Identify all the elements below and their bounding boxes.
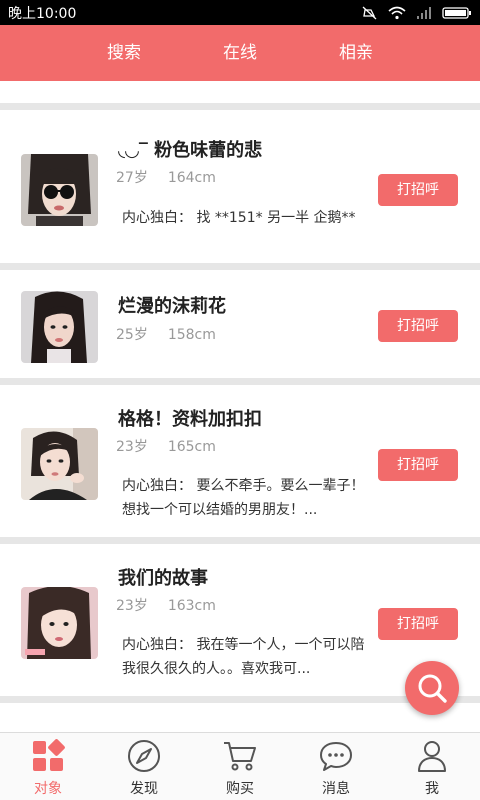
greet-button[interactable]: 打招呼 (378, 449, 458, 481)
avatar[interactable] (21, 291, 98, 363)
wifi-icon (388, 6, 406, 19)
status-icons (362, 6, 472, 20)
profile-height: 164cm (167, 170, 216, 186)
profile-card[interactable]: 格格！资料加扣扣 23岁 165cm 打招呼 内心独白： 要么不牵手。要么一辈子！… (0, 385, 480, 537)
chat-bubble-icon (318, 738, 354, 774)
status-bar: 晚上10:00 (0, 0, 480, 25)
nav-label: 发现 (130, 781, 158, 797)
signal-icon (417, 6, 431, 19)
profile-bio: 内心独白： 找 **151* 另一半 企鹅** (122, 210, 356, 226)
cart-icon (222, 738, 258, 774)
profile-name: 烂漫的沫莉花 (118, 296, 226, 317)
profile-age: 25岁 (116, 327, 148, 343)
status-time: 晚上10:00 (8, 5, 77, 22)
compass-icon (126, 738, 162, 774)
greet-button[interactable]: 打招呼 (378, 174, 458, 206)
top-tab-bar: 搜索 在线 相亲 (0, 25, 480, 81)
nav-label: 购买 (226, 781, 254, 797)
profile-name: 格格！资料加扣扣 (118, 409, 262, 430)
tab-matchmaking[interactable]: 相亲 (316, 25, 396, 81)
nav-item-objects[interactable]: 对象 (0, 733, 96, 800)
avatar[interactable] (21, 428, 98, 500)
profile-age: 27岁 (116, 170, 148, 186)
tab-online[interactable]: 在线 (200, 25, 280, 81)
profile-height: 158cm (167, 327, 216, 343)
avatar[interactable] (21, 154, 98, 226)
nav-label: 消息 (322, 781, 350, 797)
profile-name: 我们的故事 (118, 568, 208, 589)
tab-search[interactable]: 搜索 (84, 25, 164, 81)
nav-item-discover[interactable]: 发现 (96, 733, 192, 800)
profile-height: 163cm (167, 598, 216, 614)
nav-label: 我 (425, 781, 439, 797)
app-screen: 晚上10:00 搜索 在线 相亲 ◟◡‾ 粉色味蕾的悲 27岁 164cm 打招… (0, 0, 480, 800)
profile-age: 23岁 (116, 598, 148, 614)
profile-height: 165cm (167, 439, 216, 455)
profile-card[interactable]: ◟◡‾ 粉色味蕾的悲 27岁 164cm 打招呼 内心独白： 找 **151* 另… (0, 110, 480, 263)
greet-button[interactable]: 打招呼 (378, 608, 458, 640)
bottom-nav: 对象 发现 购买 消息 我 (0, 732, 480, 800)
list-top-partial-card (0, 81, 480, 103)
search-icon (418, 674, 447, 703)
profile-card-partial[interactable] (0, 703, 480, 732)
profile-name: ◟◡‾ 粉色味蕾的悲 (118, 140, 263, 161)
profile-bio: 内心独白： 我在等一个人，一个可以陪我很久很久的人。。喜欢我可... (122, 637, 365, 677)
profile-age: 23岁 (116, 439, 148, 455)
grid-icon (30, 738, 66, 774)
nav-item-messages[interactable]: 消息 (288, 733, 384, 800)
floating-search-button[interactable] (405, 661, 459, 715)
profile-meta: 27岁 164cm (116, 167, 216, 187)
nav-item-purchase[interactable]: 购买 (192, 733, 288, 800)
greet-button[interactable]: 打招呼 (378, 310, 458, 342)
profile-bio: 内心独白： 要么不牵手。要么一辈子！想找一个可以结婚的男朋友！... (122, 478, 365, 518)
profile-meta: 23岁 165cm (116, 436, 216, 456)
avatar[interactable] (21, 587, 98, 659)
profile-meta: 25岁 158cm (116, 324, 216, 344)
battery-icon (442, 6, 471, 19)
profile-list[interactable]: ◟◡‾ 粉色味蕾的悲 27岁 164cm 打招呼 内心独白： 找 **151* 另… (0, 81, 480, 732)
profile-meta: 23岁 163cm (116, 595, 216, 615)
person-icon (414, 738, 450, 774)
silent-mode-icon (362, 6, 377, 19)
nav-item-me[interactable]: 我 (384, 733, 480, 800)
profile-card[interactable]: 烂漫的沫莉花 25岁 158cm 打招呼 (0, 270, 480, 378)
nav-label: 对象 (34, 781, 62, 797)
